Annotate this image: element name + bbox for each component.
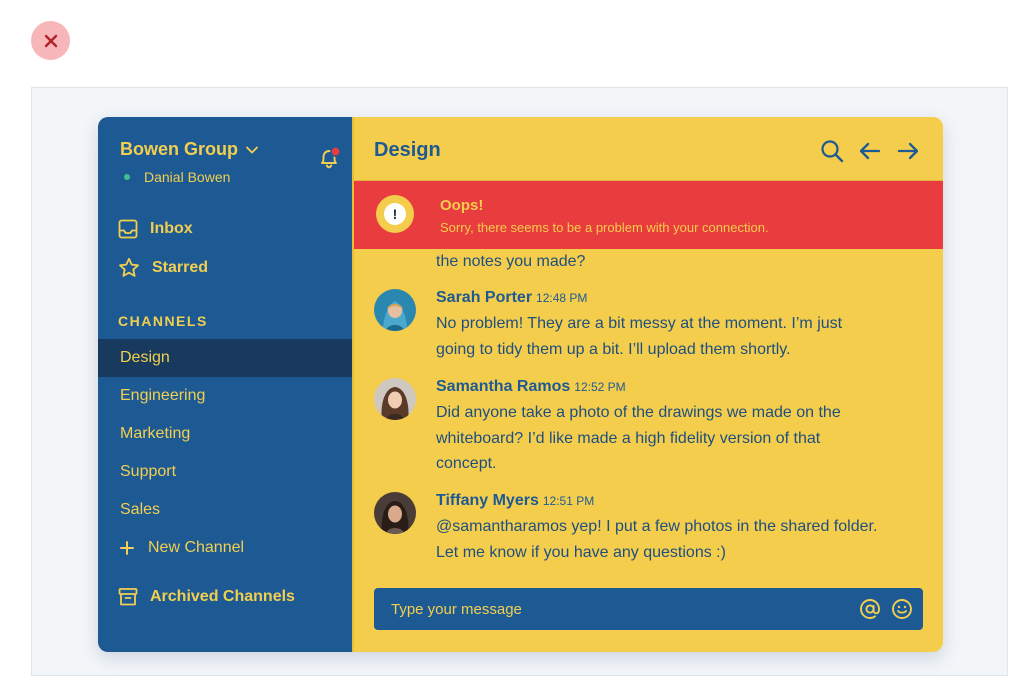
chevron-down-icon	[246, 146, 258, 153]
message-time: 12:51 PM	[542, 494, 595, 508]
message-author[interactable]: Samantha Ramos	[436, 378, 570, 396]
message-line: Did anyone take a photo of the drawings …	[436, 404, 841, 421]
current-user: Danial Bowen	[124, 169, 230, 185]
avatar-tiffany-myers	[374, 492, 416, 534]
channels-heading: CHANNELS	[118, 313, 208, 329]
avatar[interactable]	[374, 492, 416, 534]
message-body: Samantha Ramos 12:52 PM Did anyone take …	[436, 378, 916, 477]
close-icon	[44, 34, 57, 47]
exclamation-icon: !	[384, 203, 406, 225]
avatar-sarah-porter	[374, 289, 416, 331]
star-icon	[119, 257, 139, 277]
message-line: going to tidy them up a bit. I’ll upload…	[436, 340, 791, 358]
user-name: Danial Bowen	[144, 169, 231, 185]
message-body: Sarah Porter 12:48 PM No problem! They a…	[436, 289, 916, 362]
message-line: Let me know if you have any questions :)	[436, 543, 726, 561]
plus-icon	[120, 541, 134, 555]
new-channel-button[interactable]: New Channel	[98, 529, 352, 567]
message-line: No problem! They are a bit messy at the …	[436, 315, 843, 332]
archived-channels-label: Archived Channels	[150, 588, 295, 605]
message-author[interactable]: Sarah Porter	[436, 289, 532, 307]
avatar[interactable]	[374, 378, 416, 420]
alert-message: Sorry, there seems to be a problem with …	[440, 220, 769, 235]
notification-bell-icon[interactable]	[316, 145, 342, 171]
sidebar-item-label: Inbox	[150, 220, 193, 237]
message-list: the notes you made? Sarah Porter 12:48 P…	[354, 249, 943, 579]
new-channel-label: New Channel	[148, 539, 245, 556]
message-input[interactable]	[374, 588, 859, 630]
inbox-icon	[118, 219, 138, 239]
avatar-samantha-ramos	[374, 378, 416, 420]
workspace-switcher[interactable]: Bowen Group	[120, 139, 258, 160]
arrow-left-icon[interactable]	[857, 138, 883, 164]
sidebar-item-label: Starred	[152, 259, 209, 276]
arrow-right-icon[interactable]	[895, 138, 921, 164]
continued-message-text: the notes you made?	[436, 253, 586, 270]
close-button[interactable]	[31, 21, 70, 60]
avatar[interactable]	[374, 289, 416, 331]
connection-error-alert: ! Oops! Sorry, there seems to be a probl…	[354, 181, 943, 249]
emoji-icon[interactable]	[891, 598, 913, 620]
sidebar-item-starred[interactable]: Starred	[118, 257, 208, 279]
channel-title: Design	[374, 139, 441, 161]
alert-badge: !	[376, 195, 414, 233]
archived-channels-link[interactable]: Archived Channels	[118, 587, 295, 607]
channel-item-marketing[interactable]: Marketing	[98, 415, 352, 453]
channel-pane: Design ! Oops! Sorry, there seems to be …	[352, 117, 943, 652]
mention-icon[interactable]	[859, 598, 881, 620]
message-composer	[374, 588, 923, 630]
channel-header: Design	[354, 117, 943, 181]
sidebar: Bowen Group Danial Bowen Inbox Starred C…	[98, 117, 352, 652]
message-header: Sarah Porter 12:48 PM	[436, 289, 916, 311]
message-line: concept.	[436, 455, 497, 472]
online-status-dot	[124, 174, 130, 180]
message-time: 12:52 PM	[574, 380, 626, 394]
channel-item-design[interactable]: Design	[98, 339, 352, 377]
message-body: Tiffany Myers 12:51 PM @samantharamos ye…	[436, 492, 916, 565]
preview-stage: Bowen Group Danial Bowen Inbox Starred C…	[31, 87, 1008, 676]
message-header: Tiffany Myers 12:51 PM	[436, 492, 916, 514]
sidebar-item-inbox[interactable]: Inbox	[118, 219, 193, 239]
channel-item-engineering[interactable]: Engineering	[98, 377, 352, 415]
alert-title: Oops!	[440, 197, 484, 214]
message-time: 12:48 PM	[536, 291, 588, 305]
message-author[interactable]: Tiffany Myers	[436, 492, 539, 510]
search-icon[interactable]	[819, 138, 845, 164]
composer-actions	[859, 598, 923, 620]
archive-icon	[118, 588, 138, 606]
header-actions	[819, 138, 921, 164]
channel-item-support[interactable]: Support	[98, 453, 352, 491]
channel-item-sales[interactable]: Sales	[98, 491, 352, 529]
chat-app-window: Bowen Group Danial Bowen Inbox Starred C…	[98, 117, 943, 652]
workspace-name: Bowen Group	[120, 139, 238, 159]
message-line: @samantharamos yep! I put a few photos i…	[436, 518, 878, 535]
message-header: Samantha Ramos 12:52 PM	[436, 378, 916, 400]
message-line: whiteboard? I’d like made a high fidelit…	[436, 429, 821, 447]
